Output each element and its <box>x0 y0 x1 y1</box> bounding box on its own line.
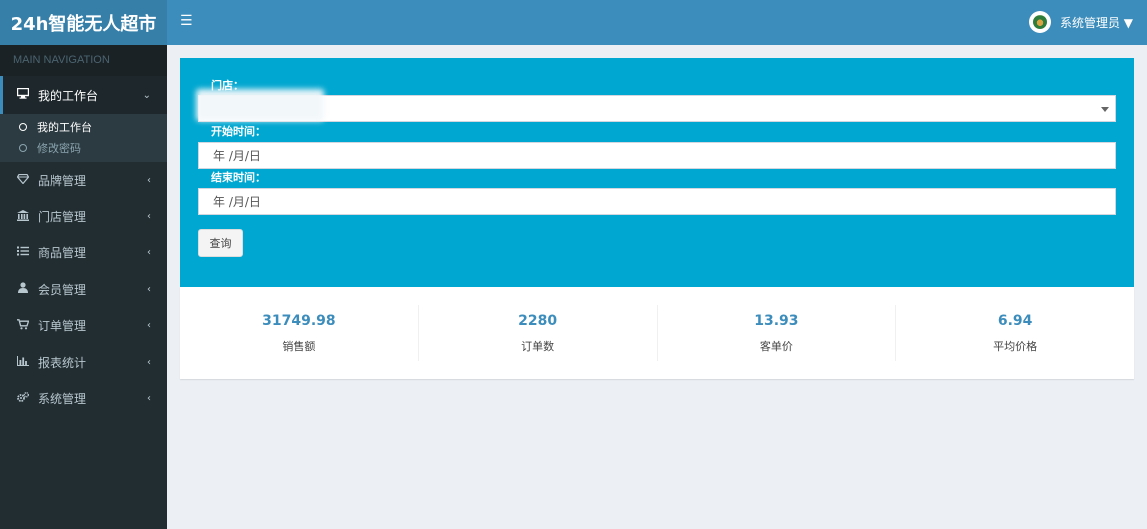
list-icon <box>16 246 30 259</box>
stat-value: 6.94 <box>997 312 1033 329</box>
chevron-left-icon: ‹ <box>147 393 151 405</box>
sidebar-item-system[interactable]: 系统管理 ‹ <box>0 380 167 416</box>
submenu-item-label: 我的工作台 <box>37 120 92 134</box>
top-header: ☰ 系统管理员 ▼ <box>167 0 1147 45</box>
cart-icon <box>16 318 30 333</box>
user-name: 系统管理员 ▼ <box>1059 15 1133 30</box>
stat-value: 2280 <box>518 312 558 329</box>
redaction-blur <box>196 89 324 121</box>
sidebar-item-label: 我的工作台 <box>38 88 99 103</box>
stats-panel: 31749.98 销售额 2280 订单数 13.93 客单价 6.94 平均价… <box>180 287 1134 379</box>
chevron-left-icon: ‹ <box>147 211 151 223</box>
bank-icon <box>16 209 30 224</box>
submenu-item-label: 修改密码 <box>37 141 81 155</box>
chevron-left-icon: ‹ <box>147 283 151 295</box>
submenu-item-change-password[interactable]: 修改密码 <box>0 137 167 158</box>
stat-avg-price: 6.94 平均价格 <box>896 305 1134 361</box>
sidebar-item-goods[interactable]: 商品管理 ‹ <box>0 235 167 271</box>
avatar <box>1028 11 1051 33</box>
start-date-input[interactable]: 年 /月/日 <box>198 142 1116 169</box>
stat-sales: 31749.98 销售额 <box>180 305 419 361</box>
hamburger-icon[interactable]: ☰ <box>180 13 193 29</box>
sidebar-item-brand[interactable]: 品牌管理 ‹ <box>0 162 167 198</box>
end-time-label: 结束时间： <box>211 171 266 184</box>
app-logo[interactable]: 24h智能无人超市 <box>0 0 167 45</box>
chevron-left-icon: ‹ <box>147 174 151 186</box>
circle-icon <box>19 143 27 152</box>
sidebar-item-report[interactable]: 报表统计 ‹ <box>0 344 167 380</box>
chevron-left-icon: ‹ <box>147 356 151 368</box>
nav-header: MAIN NAVIGATION <box>0 45 167 76</box>
store-select[interactable] <box>198 95 1116 122</box>
query-button[interactable]: 查询 <box>198 229 243 257</box>
sidebar-item-label: 门店管理 <box>38 210 87 225</box>
submenu-item-workspace[interactable]: 我的工作台 <box>0 116 167 137</box>
sidebar-item-label: 会员管理 <box>38 282 87 297</box>
circle-icon <box>19 122 27 131</box>
chevron-down-icon: ⌄ <box>142 89 151 101</box>
desktop-icon <box>16 87 30 102</box>
stat-label: 销售额 <box>282 339 316 353</box>
sidebar-item-label: 商品管理 <box>38 246 87 261</box>
user-icon <box>16 282 30 296</box>
filter-box: 门店： 开始时间： 年 /月/日 结束时间： 年 /月/日 查询 <box>180 58 1134 287</box>
sidebar-item-workspace[interactable]: 我的工作台 ⌄ <box>0 76 167 114</box>
user-menu[interactable]: 系统管理员 ▼ <box>1028 11 1133 33</box>
start-date-value: 年 /月/日 <box>213 149 261 163</box>
start-time-label: 开始时间： <box>211 125 266 138</box>
sidebar-item-label: 系统管理 <box>38 392 87 407</box>
stat-label: 平均价格 <box>993 339 1038 353</box>
end-date-input[interactable]: 年 /月/日 <box>198 188 1116 215</box>
stat-label: 订单数 <box>521 339 555 353</box>
sidebar: MAIN NAVIGATION 我的工作台 ⌄ 我的工作台 修改密码 品牌管理 … <box>0 45 167 529</box>
app-logo-text: 24h智能无人超市 <box>10 13 157 35</box>
stat-value: 31749.98 <box>262 312 336 329</box>
caret-down-icon <box>1101 107 1109 112</box>
sidebar-item-label: 报表统计 <box>38 355 87 370</box>
stat-label: 客单价 <box>759 339 793 353</box>
stat-value: 13.93 <box>754 312 799 329</box>
gears-icon <box>16 392 30 405</box>
workspace-submenu: 我的工作台 修改密码 <box>0 114 167 162</box>
stat-avg-order: 13.93 客单价 <box>658 305 897 361</box>
sidebar-item-store[interactable]: 门店管理 ‹ <box>0 198 167 234</box>
sidebar-item-label: 品牌管理 <box>38 173 87 188</box>
sidebar-item-order[interactable]: 订单管理 ‹ <box>0 308 167 344</box>
chevron-left-icon: ‹ <box>147 320 151 332</box>
end-date-value: 年 /月/日 <box>213 195 261 209</box>
diamond-icon <box>16 173 30 187</box>
bar-chart-icon <box>16 355 30 369</box>
sidebar-item-member[interactable]: 会员管理 ‹ <box>0 271 167 307</box>
sidebar-item-label: 订单管理 <box>38 319 87 334</box>
chevron-left-icon: ‹ <box>147 247 151 259</box>
stat-orders: 2280 订单数 <box>419 305 658 361</box>
